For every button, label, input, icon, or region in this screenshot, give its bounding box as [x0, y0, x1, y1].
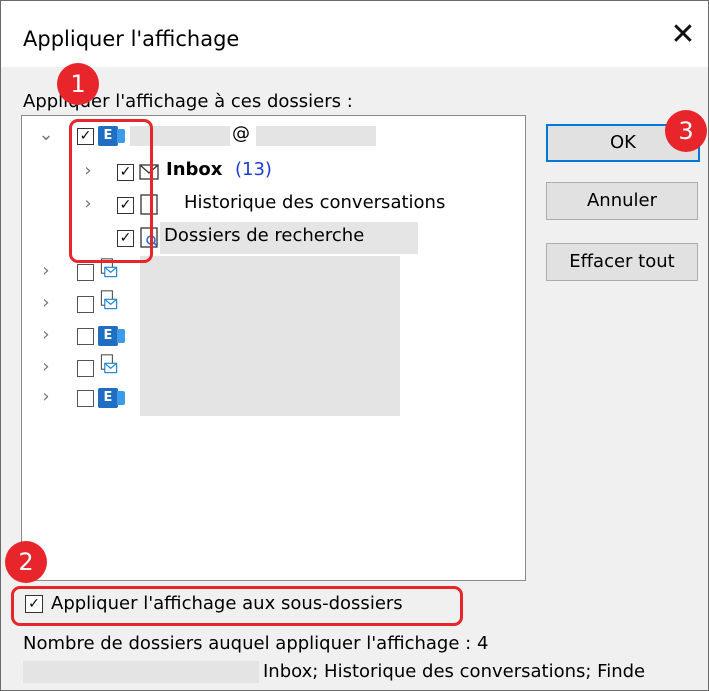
annotation-badge-3: 3	[665, 110, 707, 152]
chevron-right-icon[interactable]: ›	[36, 261, 56, 281]
annotation-badge-1: 1	[57, 63, 99, 105]
search-folders-label: Dossiers de recherche	[164, 225, 365, 246]
exchange-icon: E	[98, 388, 125, 408]
cancel-button[interactable]: Annuler	[546, 182, 698, 220]
mailbox-icon	[100, 290, 118, 310]
account-at-sign: @	[232, 123, 250, 144]
folder-count-label: Nombre de dossiers auquel appliquer l'af…	[23, 633, 489, 654]
title-bar: Appliquer l'affichage ✕	[1, 1, 708, 67]
annotation-box-1	[69, 119, 153, 263]
selected-folders-list: Inbox; Historique des conversations; Fin…	[263, 661, 646, 682]
chevron-right-icon[interactable]: ›	[36, 357, 56, 377]
redacted-account-names	[140, 256, 400, 416]
inbox-label: Inbox	[166, 159, 223, 180]
close-icon[interactable]: ✕	[663, 15, 703, 55]
dialog-title: Appliquer l'affichage	[23, 27, 240, 51]
inbox-unread-count: (13)	[235, 159, 272, 180]
apply-view-dialog: Appliquer l'affichage ✕ Appliquer l'affi…	[0, 0, 709, 691]
mailbox-icon	[100, 354, 118, 374]
redacted-account-domain	[256, 126, 376, 146]
history-label: Historique des conversations	[184, 192, 446, 213]
account-checkbox[interactable]	[77, 390, 94, 407]
annotation-badge-2: 2	[5, 541, 47, 583]
tree-item-inbox[interactable]: › ✓ Inbox (13)	[22, 156, 322, 188]
chevron-right-icon[interactable]: ›	[36, 325, 56, 345]
account-checkbox[interactable]	[77, 360, 94, 377]
exchange-icon: E	[98, 326, 125, 346]
annotation-box-2	[11, 586, 463, 626]
clear-all-button[interactable]: Effacer tout	[546, 243, 698, 281]
account-checkbox[interactable]	[77, 328, 94, 345]
chevron-down-icon[interactable]: ⌄	[36, 125, 56, 145]
redacted-folder-path	[23, 661, 259, 683]
chevron-right-icon[interactable]: ›	[36, 387, 56, 407]
chevron-right-icon[interactable]: ›	[36, 293, 56, 313]
account-checkbox[interactable]	[77, 296, 94, 313]
account-checkbox[interactable]	[77, 264, 94, 281]
